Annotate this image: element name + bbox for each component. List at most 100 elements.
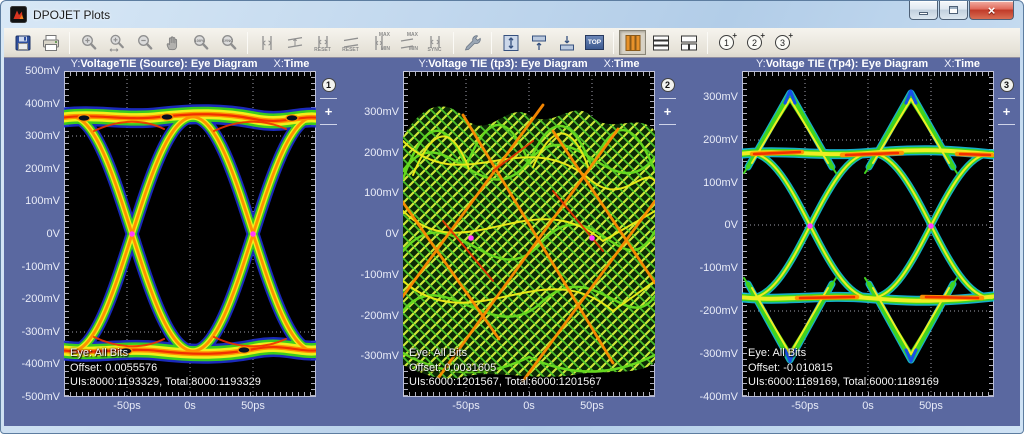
plot-number-badge: 3 xyxy=(1000,78,1014,92)
close-icon: × xyxy=(988,3,996,18)
plot2-button[interactable]: 2 + xyxy=(741,30,768,55)
eye-diagram-2 xyxy=(403,71,655,397)
plot-title: VoltageTIE (Source): Eye Diagram xyxy=(80,58,257,70)
y-tick-label: 200mV xyxy=(8,163,60,175)
pan-button[interactable] xyxy=(159,30,186,55)
plot1-button[interactable]: 1 + xyxy=(713,30,740,55)
title-bar[interactable]: DPOJET Plots × xyxy=(4,1,1020,28)
x-axis-prefix: X: xyxy=(944,58,954,70)
y-tick-label: -100mV xyxy=(347,269,399,281)
toolbar: 100% SYNC xyxy=(4,28,1020,58)
y-tick-label: 0V xyxy=(8,228,60,240)
zoom-100-button[interactable]: 100% xyxy=(187,30,214,55)
y-tick-label: 100mV xyxy=(8,195,60,207)
top-button[interactable]: TOP xyxy=(581,30,608,55)
window-title: DPOJET Plots xyxy=(33,8,110,22)
y-tick-label: -100mV xyxy=(8,261,60,273)
y-tick-label: 0V xyxy=(347,228,399,240)
add-measurement-button[interactable]: + xyxy=(1003,105,1011,118)
horizontal-cursors-icon xyxy=(285,33,305,53)
y-tick-label: -300mV xyxy=(347,350,399,362)
fit-vertical-icon xyxy=(501,33,521,53)
print-button[interactable] xyxy=(37,30,64,55)
zoom-in-button[interactable] xyxy=(75,30,102,55)
plot2-header: Y:Voltage TIE (tp3): Eye DiagramX:Time xyxy=(363,58,695,71)
y-tick-label: -300mV xyxy=(8,326,60,338)
cursors-sync-button[interactable]: SYNC xyxy=(421,30,448,55)
plot1-header: Y:VoltageTIE (Source): Eye DiagramX:Time xyxy=(24,58,356,71)
y-axis-prefix: Y: xyxy=(71,58,81,70)
zoom-sync-label: SYNC xyxy=(221,38,232,43)
zoom-horizontal-icon xyxy=(107,33,127,53)
close-button[interactable]: × xyxy=(969,1,1014,20)
vertical-cursors-icon xyxy=(257,33,277,53)
align-bottom-button[interactable] xyxy=(553,30,580,55)
settings-wrench-button[interactable] xyxy=(459,30,486,55)
fit-vertical-button[interactable] xyxy=(497,30,524,55)
plus-icon: + xyxy=(732,32,737,40)
min-label: MIN xyxy=(381,47,390,52)
x-tick-label: 50ps xyxy=(564,400,620,412)
maximize-button[interactable] xyxy=(939,1,968,20)
divider xyxy=(659,98,676,99)
y-tick-label: 300mV xyxy=(347,106,399,118)
horizontal-cursors-reset-button[interactable]: RESET xyxy=(337,30,364,55)
layout-rows-button[interactable] xyxy=(647,30,674,55)
zoom-out-button[interactable] xyxy=(131,30,158,55)
plot1-canvas[interactable] xyxy=(64,71,316,397)
horizontal-cursors-maxmin-button[interactable]: MAX MIN xyxy=(393,30,420,55)
divider xyxy=(320,124,337,125)
layout-columns-icon xyxy=(623,33,643,53)
x-tick-label: 0s xyxy=(840,400,896,412)
y-tick-label: -400mV xyxy=(8,358,60,370)
divider xyxy=(998,98,1015,99)
layout-grid-button[interactable] xyxy=(675,30,702,55)
plot3-canvas[interactable] xyxy=(742,71,994,397)
align-bottom-icon xyxy=(557,33,577,53)
y-axis-prefix: Y: xyxy=(418,58,428,70)
save-button[interactable] xyxy=(9,30,36,55)
x-axis-title: Time xyxy=(614,58,639,70)
plot2-canvas[interactable] xyxy=(403,71,655,397)
plot2-side-controls: 2 + xyxy=(657,71,678,131)
y-tick-label: -200mV xyxy=(686,305,738,317)
pan-hand-icon xyxy=(163,33,183,53)
toolbar-separator xyxy=(491,32,492,54)
toolbar-separator xyxy=(613,32,614,54)
horizontal-cursors-button[interactable] xyxy=(281,30,308,55)
zoom-100-label: 100% xyxy=(194,38,205,43)
toolbar-separator xyxy=(69,32,70,54)
add-measurement-button[interactable]: + xyxy=(664,105,672,118)
plot-number-badge: 1 xyxy=(322,78,336,92)
y-tick-label: -300mV xyxy=(686,348,738,360)
divider xyxy=(998,124,1015,125)
y-tick-label: 300mV xyxy=(8,130,60,142)
x-tick-label: 0s xyxy=(162,400,218,412)
y-tick-label: 500mV xyxy=(8,65,60,77)
vertical-cursors-reset-button[interactable]: RESET xyxy=(309,30,336,55)
layout-columns-button[interactable] xyxy=(619,30,646,55)
toolbar-separator xyxy=(247,32,248,54)
min-label: MIN xyxy=(409,47,418,52)
zoom-out-icon xyxy=(135,33,155,53)
toolbar-separator xyxy=(707,32,708,54)
x-axis-prefix: X: xyxy=(273,58,283,70)
zoom-sync-button[interactable]: SYNC xyxy=(215,30,242,55)
save-icon xyxy=(13,33,33,53)
vertical-cursors-button[interactable] xyxy=(253,30,280,55)
y-tick-label: -200mV xyxy=(8,293,60,305)
sync-label: SYNC xyxy=(422,48,447,53)
reset-label: RESET xyxy=(310,48,335,53)
zoom-horizontal-button[interactable] xyxy=(103,30,130,55)
minimize-button[interactable] xyxy=(909,1,938,20)
y-tick-label: -400mV xyxy=(686,391,738,403)
vertical-cursors-maxmin-button[interactable]: MAX MIN xyxy=(365,30,392,55)
eye-diagram-1 xyxy=(64,71,316,397)
align-top-button[interactable] xyxy=(525,30,552,55)
y-tick-label: 100mV xyxy=(347,187,399,199)
x-tick-label: 0s xyxy=(501,400,557,412)
max-label: MAX xyxy=(407,33,418,38)
plots-client-area: Y:VoltageTIE (Source): Eye DiagramX:Time… xyxy=(4,58,1020,426)
plot3-button[interactable]: 3 + xyxy=(769,30,796,55)
add-measurement-button[interactable]: + xyxy=(325,105,333,118)
